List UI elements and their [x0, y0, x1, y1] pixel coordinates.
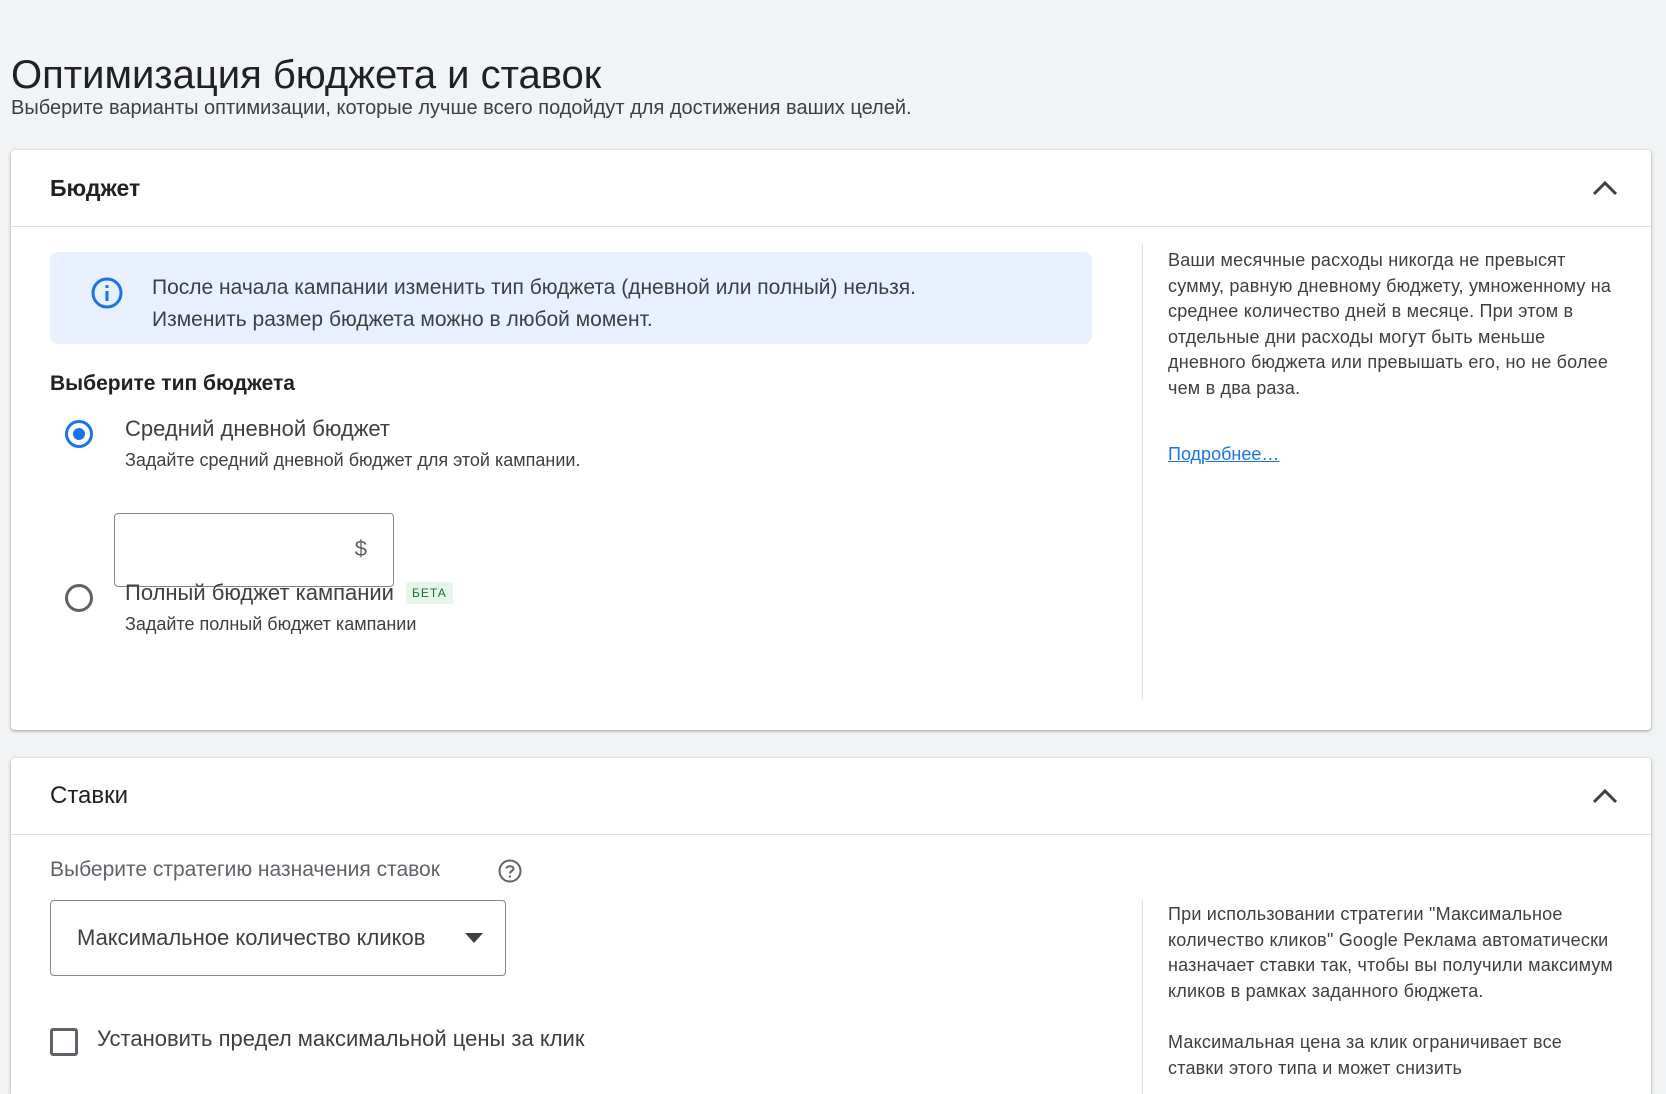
collapse-bids-button[interactable] [1585, 778, 1625, 814]
budget-help-text: Ваши месячные расходы никогда не превыся… [1168, 250, 1612, 398]
budget-type-label: Выберите тип бюджета [50, 372, 295, 395]
bids-help-paragraph-2: Максимальная цена за клик ограничивает в… [1168, 1032, 1562, 1078]
chevron-up-icon [1592, 180, 1618, 196]
page-subtitle: Выберите варианты оптимизации, которые л… [11, 97, 912, 119]
daily-budget-input[interactable]: $ [114, 513, 394, 587]
bids-card: Ставки Выберите стратегию назначения ста… [11, 758, 1651, 1094]
bids-card-title: Ставки [50, 782, 129, 809]
radio-total-budget-label: Полный бюджет кампании [125, 580, 394, 605]
currency-symbol: $ [354, 536, 367, 561]
radio-daily-budget[interactable]: Средний дневной бюджет Задайте средний д… [65, 416, 665, 480]
radio-daily-budget-description: Задайте средний дневной бюджет для этой … [125, 450, 581, 470]
bid-strategy-select[interactable]: Максимальное количество кликов [50, 900, 506, 976]
bid-strategy-value: Максимальное количество кликов [77, 925, 426, 950]
budget-card: Бюджет После начала кампании изменить ти… [11, 150, 1651, 730]
max-cpc-checkbox-label: Установить предел максимальной цены за к… [97, 1026, 585, 1051]
collapse-budget-button[interactable] [1585, 170, 1625, 206]
radio-total-budget[interactable]: Полный бюджет кампании БЕТА Задайте полны… [65, 580, 665, 644]
max-cpc-checkbox-row[interactable]: Установить предел максимальной цены за к… [50, 1026, 750, 1058]
bids-card-header[interactable]: Ставки [11, 758, 1651, 835]
page-title: Оптимизация бюджета и ставок [11, 52, 602, 97]
radio-total-budget-description: Задайте полный бюджет кампании [125, 614, 417, 634]
learn-more-link[interactable]: Подробнее… [1168, 444, 1279, 465]
radio-daily-budget-label: Средний дневной бюджет [125, 416, 390, 441]
budget-type-notice: После начала кампании изменить тип бюдже… [50, 252, 1092, 344]
notice-line-2: Изменить размер бюджета можно в любой мо… [152, 308, 653, 331]
radio-total-budget-indicator[interactable] [65, 584, 93, 612]
notice-line-1: После начала кампании изменить тип бюдже… [152, 276, 916, 299]
beta-badge: БЕТА [405, 582, 453, 604]
bids-help-text: При использовании стратегии "Максимально… [1168, 902, 1618, 1081]
help-icon[interactable] [497, 858, 523, 884]
bids-help-paragraph-1: При использовании стратегии "Максимально… [1168, 904, 1613, 1001]
budget-card-header[interactable]: Бюджет [11, 150, 1651, 227]
info-icon [91, 277, 123, 309]
budget-card-title: Бюджет [50, 175, 141, 201]
dropdown-arrow-icon [465, 933, 483, 943]
bids-side-divider [1142, 900, 1143, 1094]
budget-side-divider [1142, 244, 1143, 699]
bid-strategy-label: Выберите стратегию назначения ставок [50, 858, 440, 881]
radio-daily-budget-indicator[interactable] [65, 420, 93, 448]
max-cpc-checkbox[interactable] [50, 1028, 78, 1056]
radio-total-budget-label-wrap: Полный бюджет кампании БЕТА [125, 580, 453, 606]
chevron-up-icon [1592, 788, 1618, 804]
notice-text: После начала кампании изменить тип бюдже… [152, 272, 916, 336]
